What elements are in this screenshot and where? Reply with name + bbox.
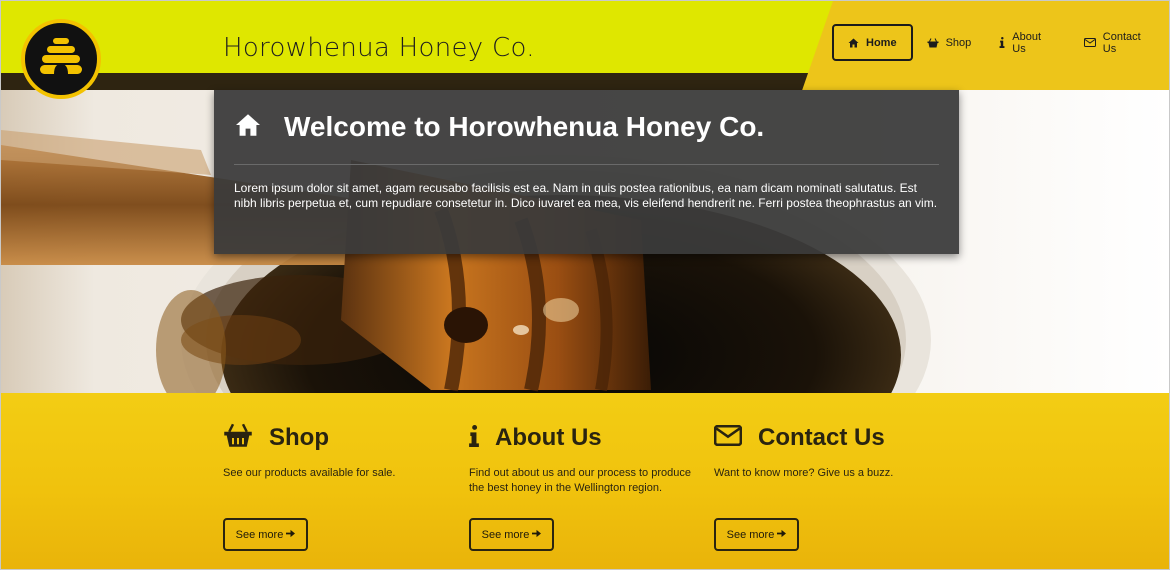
feature-contact: Contact Us Want to know more? Give us a …	[713, 393, 944, 551]
feature-contact-text: Want to know more? Give us a buzz.	[714, 467, 894, 479]
feature-shop: Shop See our products available for sale…	[223, 393, 453, 551]
feature-contact-header: Contact Us	[713, 420, 944, 456]
welcome-title: Welcome to Horowhenua Honey Co.	[284, 111, 765, 142]
feature-contact-title: Contact Us	[758, 424, 885, 451]
home-icon	[848, 38, 859, 48]
nav-about[interactable]: About Us	[985, 24, 1070, 61]
basket-icon	[223, 423, 253, 453]
about-see-more-button[interactable]: See more	[469, 518, 554, 551]
nav-contact-label: Contact Us	[1102, 30, 1141, 55]
features-section: Shop See our products available for sale…	[1, 393, 1169, 569]
info-icon	[469, 424, 479, 452]
nav-shop[interactable]: Shop	[913, 24, 986, 61]
envelope-icon	[713, 424, 743, 451]
feature-about: About Us Find out about us and our proce…	[469, 393, 699, 551]
nav-about-label: About Us	[1012, 30, 1042, 55]
page: Horowhenua Honey Co. Home Shop About Us …	[0, 0, 1170, 570]
nav-contact[interactable]: Contact Us	[1070, 24, 1169, 61]
see-more-label: See more	[235, 528, 284, 541]
contact-see-more-button[interactable]: See more	[714, 518, 799, 551]
welcome-header: Welcome to Horowhenua Honey Co.	[234, 90, 939, 165]
feature-about-text: Find out about us and our process to pro…	[469, 467, 691, 494]
nav-home-label: Home	[866, 36, 897, 49]
main-nav: Home Shop About Us Contact Us	[832, 24, 1169, 61]
logo[interactable]	[21, 19, 101, 99]
arrow-right-icon	[777, 529, 787, 541]
basket-icon	[927, 37, 939, 48]
feature-about-title: About Us	[495, 424, 602, 451]
info-icon	[999, 37, 1005, 48]
brand-title[interactable]: Horowhenua Honey Co.	[223, 33, 535, 63]
feature-about-header: About Us	[469, 420, 699, 456]
see-more-label: See more	[481, 528, 530, 541]
arrow-right-icon	[286, 529, 296, 541]
home-icon	[234, 113, 262, 142]
see-more-label: See more	[726, 528, 775, 541]
welcome-panel: Welcome to Horowhenua Honey Co. Lorem ip…	[214, 90, 959, 254]
shop-see-more-button[interactable]: See more	[223, 518, 308, 551]
nav-shop-label: Shop	[945, 36, 972, 49]
feature-shop-text: See our products available for sale.	[223, 467, 396, 479]
nav-home[interactable]: Home	[832, 24, 913, 61]
beehive-icon	[37, 35, 85, 84]
welcome-text: Lorem ipsum dolor sit amet, agam recusab…	[234, 181, 938, 210]
arrow-right-icon	[532, 529, 542, 541]
envelope-icon	[1083, 38, 1096, 47]
feature-shop-title: Shop	[269, 424, 329, 451]
feature-shop-header: Shop	[223, 420, 453, 456]
